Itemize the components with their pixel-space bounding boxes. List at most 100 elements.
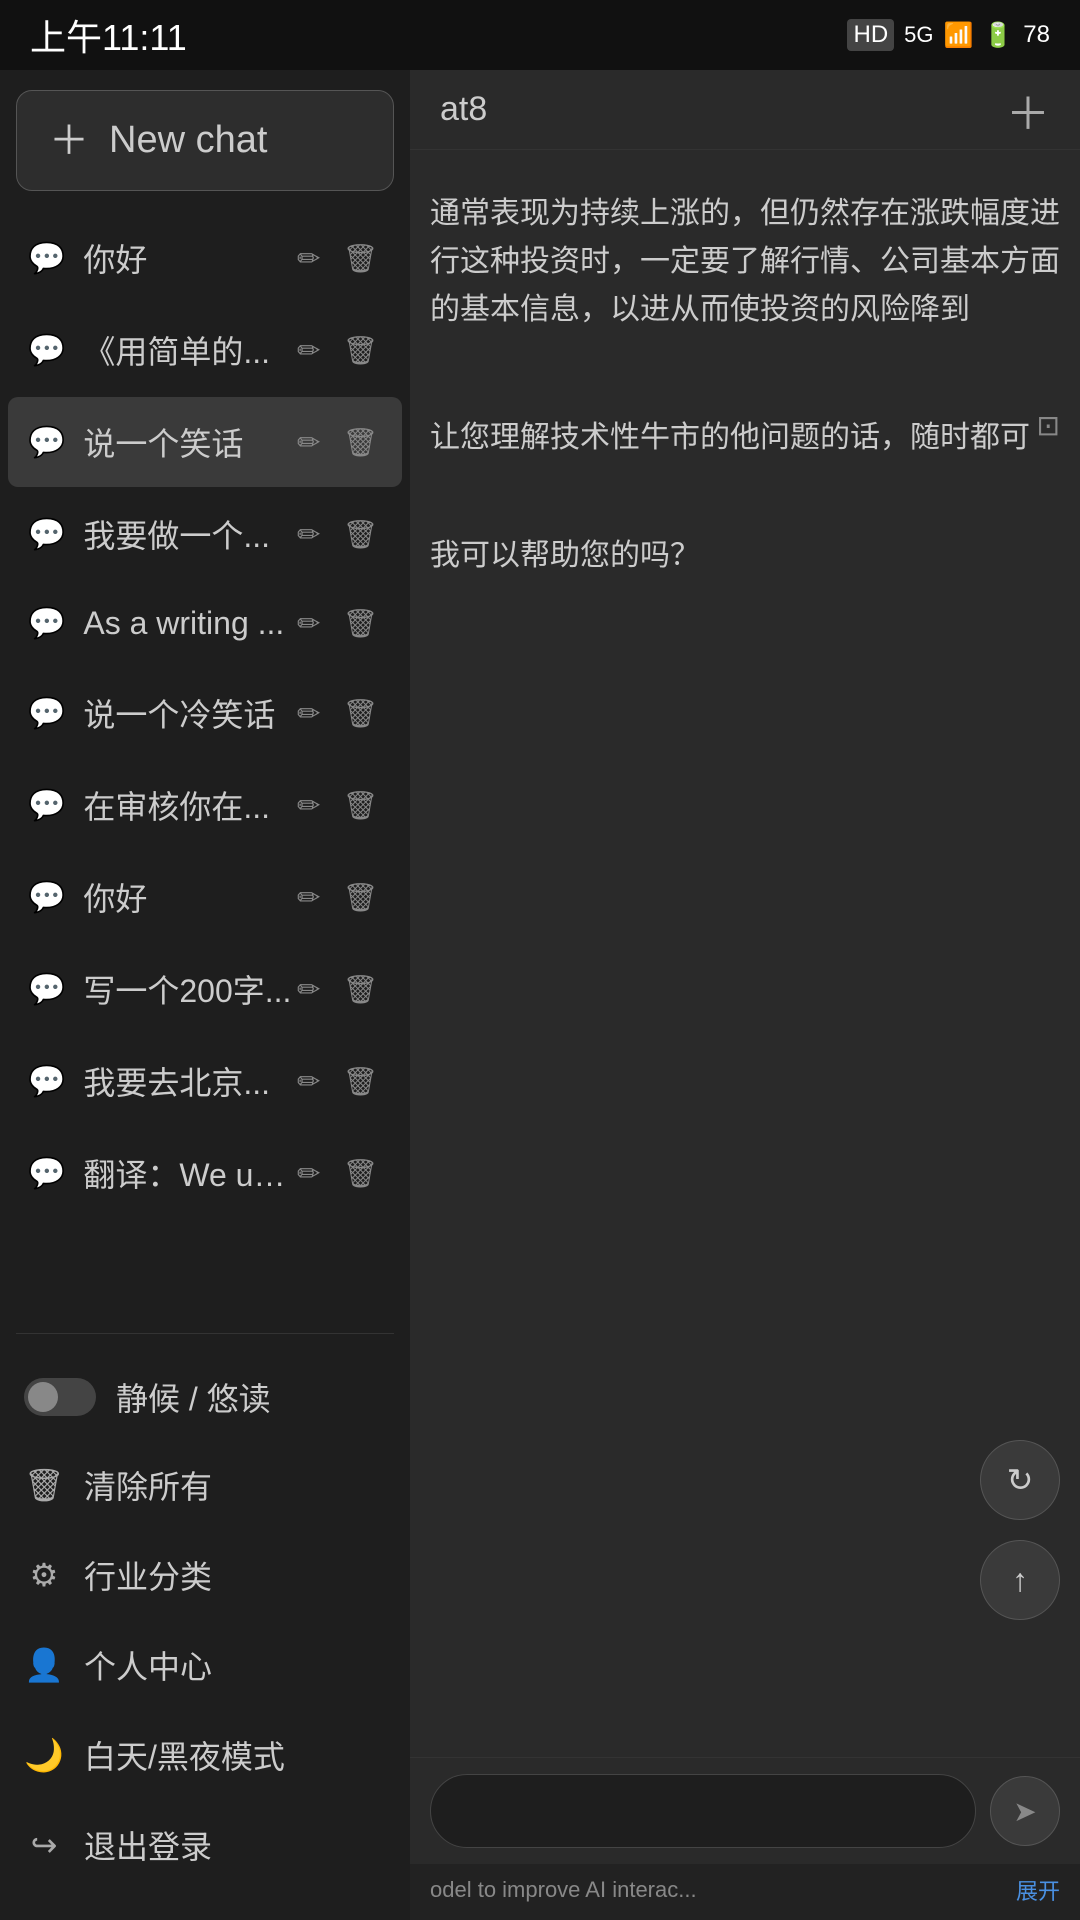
message-input[interactable] <box>430 1774 976 1848</box>
edit-icon[interactable]: ✏ <box>293 877 324 918</box>
edit-icon[interactable]: ✏ <box>293 514 324 555</box>
chat-bubble-icon: 💬 <box>28 517 65 552</box>
battery-level: 78 <box>1023 21 1050 49</box>
battery-icon: 🔋 <box>983 21 1013 50</box>
menu-item-logout[interactable]: ↪ 退出登录 <box>0 1800 410 1890</box>
delete-icon[interactable]: 🗑 <box>338 603 382 644</box>
sidebar-bottom-menu: 静候 / 悠读 🗑 清除所有 ⚙ 行业分类 👤 个人中心 🌙 白天/黑夜模式 ↪… <box>0 1344 410 1920</box>
chat-item-2[interactable]: 💬 《用简单的... ✏ 🗑 <box>8 305 402 395</box>
chat-item-11[interactable]: 💬 翻译：We us... ✏ 🗑 <box>8 1128 402 1218</box>
sidebar-divider <box>16 1333 394 1334</box>
edit-icon[interactable]: ✏ <box>293 1061 324 1102</box>
chat-item-title: 说一个冷笑话 <box>83 690 293 736</box>
ai-message-3: 我可以帮助您的吗？ <box>430 522 1060 590</box>
chat-item-title: 我要做一个... <box>83 511 293 557</box>
industry-icon: ⚙ <box>24 1556 64 1594</box>
chat-item-title: 说一个笑话 <box>83 419 293 465</box>
edit-icon[interactable]: ✏ <box>293 785 324 826</box>
delete-icon[interactable]: 🗑 <box>338 785 382 826</box>
send-icon: ➤ <box>1013 1795 1036 1828</box>
status-time: 上午11:11 <box>30 9 187 61</box>
delete-icon[interactable]: 🗑 <box>338 877 382 918</box>
menu-label-clear: 清除所有 <box>84 1462 212 1508</box>
chat-item-7[interactable]: 💬 在审核你在... ✏ 🗑 <box>8 760 402 850</box>
new-chat-button[interactable]: ＋ New chat <box>16 90 394 191</box>
refresh-button[interactable]: ↻ <box>980 1440 1060 1520</box>
delete-icon[interactable]: 🗑 <box>338 330 382 371</box>
hd-badge: HD <box>847 19 894 51</box>
toggle-knob <box>28 1382 58 1412</box>
toggle-label: 静候 / 悠读 <box>116 1374 271 1420</box>
footer-expand-button[interactable]: 展开 <box>1016 1874 1060 1906</box>
chat-bubble-icon: 💬 <box>28 696 65 731</box>
edit-icon[interactable]: ✏ <box>293 330 324 371</box>
chat-item-5[interactable]: 💬 As a writing ... ✏ 🗑 <box>8 581 402 666</box>
edit-icon[interactable]: ✏ <box>293 422 324 463</box>
plus-icon: ＋ <box>49 121 89 161</box>
upload-icon: ↑ <box>1012 1562 1028 1599</box>
edit-icon[interactable]: ✏ <box>293 969 324 1010</box>
signal-icon: 5G <box>904 22 933 48</box>
chat-bubble-icon: 💬 <box>28 425 65 460</box>
footer-bar: odel to improve AI interac... 展开 <box>410 1864 1080 1920</box>
delete-icon[interactable]: 🗑 <box>338 969 382 1010</box>
chat-bubble-icon: 💬 <box>28 241 65 276</box>
menu-item-theme[interactable]: 🌙 白天/黑夜模式 <box>0 1710 410 1800</box>
chat-item-actions: ✏ 🗑 <box>293 514 382 555</box>
chat-item-actions: ✏ 🗑 <box>293 330 382 371</box>
chat-item-10[interactable]: 💬 我要去北京... ✏ 🗑 <box>8 1036 402 1126</box>
chat-bubble-icon: 💬 <box>28 1064 65 1099</box>
menu-item-profile[interactable]: 👤 个人中心 <box>0 1620 410 1710</box>
chat-list: 💬 你好 ✏ 🗑 💬 《用简单的... ✏ 🗑 💬 说一个笑话 ✏ 🗑 <box>0 201 410 1323</box>
chat-item-3[interactable]: 💬 说一个笑话 ✏ 🗑 <box>8 397 402 487</box>
chat-item-title: 写一个200字... <box>83 966 293 1012</box>
delete-icon[interactable]: 🗑 <box>338 1061 382 1102</box>
chat-item-actions: ✏ 🗑 <box>293 693 382 734</box>
chat-item-title: 我要去北京... <box>83 1058 293 1104</box>
edit-icon[interactable]: ✏ <box>293 693 324 734</box>
toggle-row[interactable]: 静候 / 悠读 <box>0 1354 410 1440</box>
new-chat-label: New chat <box>109 119 267 162</box>
chat-item-actions: ✏ 🗑 <box>293 877 382 918</box>
ai-message-1: 通常表现为持续上涨的，但仍然存在涨跌幅度进行这种投资时，一定要了解行情、公司基本… <box>430 180 1060 344</box>
menu-item-industry[interactable]: ⚙ 行业分类 <box>0 1530 410 1620</box>
upload-button[interactable]: ↑ <box>980 1540 1060 1620</box>
input-area: ➤ <box>410 1757 1080 1864</box>
message-text-1: 通常表现为持续上涨的，但仍然存在涨跌幅度进行这种投资时，一定要了解行情、公司基本… <box>430 197 1060 326</box>
chat-item-title: 你好 <box>83 235 293 281</box>
menu-item-clear[interactable]: 🗑 清除所有 <box>0 1440 410 1530</box>
sidebar: ＋ New chat 💬 你好 ✏ 🗑 💬 《用简单的... ✏ 🗑 💬 说一个… <box>0 70 410 1920</box>
chat-item-title: 在审核你在... <box>83 782 293 828</box>
moon-icon: 🌙 <box>24 1736 64 1774</box>
delete-icon[interactable]: 🗑 <box>338 1153 382 1194</box>
delete-icon[interactable]: 🗑 <box>338 514 382 555</box>
chat-item-8[interactable]: 💬 你好 ✏ 🗑 <box>8 852 402 942</box>
chat-item-actions: ✏ 🗑 <box>293 969 382 1010</box>
chat-item-1[interactable]: 💬 你好 ✏ 🗑 <box>8 213 402 303</box>
chat-item-actions: ✏ 🗑 <box>293 422 382 463</box>
chat-item-title: 你好 <box>83 874 293 920</box>
delete-icon[interactable]: 🗑 <box>338 693 382 734</box>
menu-label-profile: 个人中心 <box>84 1642 212 1688</box>
edit-icon[interactable]: ✏ <box>293 1153 324 1194</box>
delete-icon[interactable]: 🗑 <box>338 238 382 279</box>
chat-item-6[interactable]: 💬 说一个冷笑话 ✏ 🗑 <box>8 668 402 758</box>
quiet-mode-toggle[interactable] <box>24 1378 96 1416</box>
chat-item-4[interactable]: 💬 我要做一个... ✏ 🗑 <box>8 489 402 579</box>
send-button[interactable]: ➤ <box>990 1776 1060 1846</box>
edit-icon[interactable]: ✏ <box>293 238 324 279</box>
menu-label-logout: 退出登录 <box>84 1822 212 1868</box>
chat-item-actions: ✏ 🗑 <box>293 238 382 279</box>
person-icon: 👤 <box>24 1646 64 1684</box>
chat-bubble-icon: 💬 <box>28 606 65 641</box>
delete-icon[interactable]: 🗑 <box>338 422 382 463</box>
edit-icon[interactable]: ✏ <box>293 603 324 644</box>
chat-header-title: at8 <box>440 90 487 129</box>
chat-item-9[interactable]: 💬 写一个200字... ✏ 🗑 <box>8 944 402 1034</box>
copy-icon-2[interactable]: ⊡ <box>1037 404 1060 449</box>
chat-item-title: As a writing ... <box>83 605 293 642</box>
menu-label-industry: 行业分类 <box>84 1552 212 1598</box>
chat-bubble-icon: 💬 <box>28 880 65 915</box>
new-conversation-icon[interactable]: ＋ <box>1006 78 1050 142</box>
chat-item-actions: ✏ 🗑 <box>293 785 382 826</box>
